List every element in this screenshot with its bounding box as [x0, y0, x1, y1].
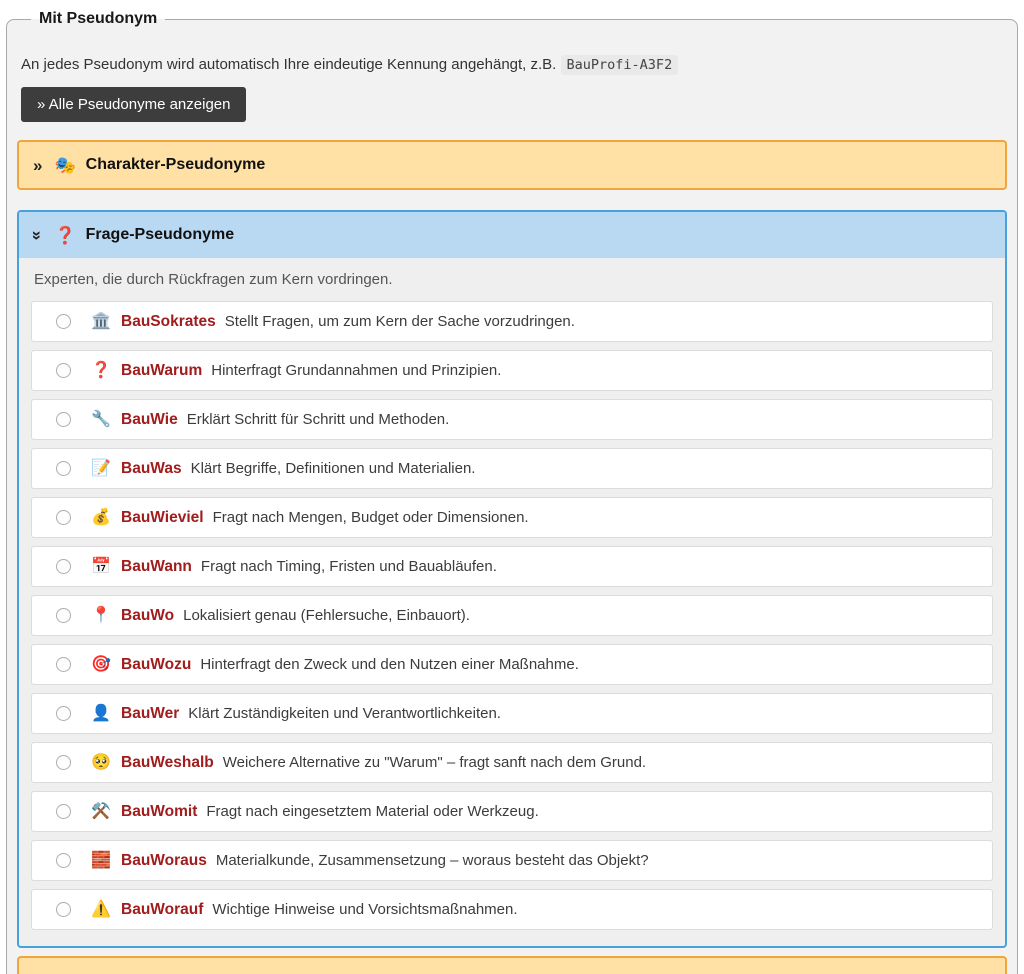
pseudonym-option[interactable]: 📝 BauWas Klärt Begriffe, Definitionen un… — [31, 448, 993, 489]
pseudonym-name: BauWorauf — [121, 901, 203, 919]
pseudonym-description: Fragt nach Mengen, Budget oder Dimension… — [213, 509, 529, 526]
pseudonym-option[interactable]: 🥺 BauWeshalb Weichere Alternative zu "Wa… — [31, 742, 993, 783]
pseudonym-description: Weichere Alternative zu "Warum" – fragt … — [223, 754, 646, 771]
pseudonym-radio[interactable] — [56, 608, 71, 623]
pseudonym-option[interactable]: 🏛️ BauSokrates Stellt Fragen, um zum Ker… — [31, 301, 993, 342]
fieldset-legend: Mit Pseudonym — [31, 10, 165, 28]
frage-pseudonyms-panel-body: Experten, die durch Rückfragen zum Kern … — [19, 258, 1005, 946]
pseudonym-icon: 🥺 — [89, 755, 113, 771]
pseudonym-option[interactable]: 📍 BauWo Lokalisiert genau (Fehlersuche, … — [31, 595, 993, 636]
pseudonym-radio[interactable] — [56, 314, 71, 329]
pseudonym-icon: 💰 — [89, 510, 113, 526]
pseudonym-name: BauWeshalb — [121, 754, 214, 772]
pseudonym-radio[interactable] — [56, 902, 71, 917]
pseudonym-icon: 🧱 — [89, 853, 113, 869]
pseudonym-name: BauWie — [121, 411, 178, 429]
intro-paragraph: An jedes Pseudonym wird automatisch Ihre… — [21, 56, 1003, 73]
pseudonym-icon: ⚒️ — [89, 804, 113, 820]
panel-description: Experten, die durch Rückfragen zum Kern … — [31, 258, 993, 301]
pseudonym-option[interactable]: 🧱 BauWoraus Materialkunde, Zusammensetzu… — [31, 840, 993, 881]
pseudonym-radio[interactable] — [56, 461, 71, 476]
theater-masks-icon: 🎭 — [54, 157, 75, 174]
pseudonym-name: BauWer — [121, 705, 179, 723]
pseudonym-icon: 📅 — [89, 559, 113, 575]
pseudonym-icon: ❓ — [89, 363, 113, 379]
pseudonym-icon: ⚠️ — [89, 902, 113, 918]
pseudonym-radio[interactable] — [56, 559, 71, 574]
frage-pseudonyms-panel-header[interactable]: » ❓ Frage-Pseudonyme — [19, 212, 1005, 258]
pseudonym-radio[interactable] — [56, 363, 71, 378]
pseudonym-description: Fragt nach eingesetztem Material oder We… — [206, 803, 538, 820]
pseudonym-icon: 🔧 — [89, 412, 113, 428]
question-mark-icon: ❓ — [54, 227, 75, 244]
intro-text: An jedes Pseudonym wird automatisch Ihre… — [21, 56, 556, 73]
pseudonym-name: BauWann — [121, 558, 192, 576]
pseudonym-name: BauWas — [121, 460, 182, 478]
character-pseudonyms-panel: » 🎭 Charakter-Pseudonyme — [17, 140, 1007, 190]
pseudonym-icon: 📝 — [89, 461, 113, 477]
pseudonym-description: Lokalisiert genau (Fehlersuche, Einbauor… — [183, 607, 470, 624]
chevron-right-icon: » — [33, 157, 42, 174]
pseudonym-icon: 👤 — [89, 706, 113, 722]
pseudonym-option[interactable]: ⚠️ BauWorauf Wichtige Hinweise und Vorsi… — [31, 889, 993, 930]
pseudonym-name: BauWo — [121, 607, 174, 625]
pseudonym-name: BauWozu — [121, 656, 191, 674]
show-all-pseudonyms-button[interactable]: » Alle Pseudonyme anzeigen — [21, 87, 246, 122]
pseudonym-radio[interactable] — [56, 657, 71, 672]
pseudonym-name: BauSokrates — [121, 313, 216, 331]
pseudonym-icon: 🏛️ — [89, 314, 113, 330]
pseudonym-radio[interactable] — [56, 510, 71, 525]
pseudonym-option[interactable]: ❓ BauWarum Hinterfragt Grundannahmen und… — [31, 350, 993, 391]
pseudonym-radio[interactable] — [56, 853, 71, 868]
pseudonym-description: Fragt nach Timing, Fristen und Bauabläuf… — [201, 558, 497, 575]
pseudonym-radio[interactable] — [56, 706, 71, 721]
pseudonym-description: Klärt Begriffe, Definitionen und Materia… — [191, 460, 476, 477]
pseudonym-name: BauWieviel — [121, 509, 204, 527]
next-panel-edge — [17, 956, 1007, 974]
pseudonym-name: BauWoraus — [121, 852, 207, 870]
pseudonym-name: BauWomit — [121, 803, 197, 821]
pseudonym-radio[interactable] — [56, 412, 71, 427]
pseudonym-option[interactable]: 💰 BauWieviel Fragt nach Mengen, Budget o… — [31, 497, 993, 538]
pseudonym-name: BauWarum — [121, 362, 202, 380]
character-pseudonyms-panel-header[interactable]: » 🎭 Charakter-Pseudonyme — [19, 142, 1005, 188]
pseudonym-description: Stellt Fragen, um zum Kern der Sache vor… — [225, 313, 575, 330]
mit-pseudonym-fieldset: Mit Pseudonym An jedes Pseudonym wird au… — [6, 10, 1018, 974]
pseudonym-option[interactable]: 👤 BauWer Klärt Zuständigkeiten und Veran… — [31, 693, 993, 734]
pseudonym-description: Hinterfragt den Zweck und den Nutzen ein… — [200, 656, 579, 673]
panel-title: Charakter-Pseudonyme — [86, 156, 266, 174]
pseudonym-description: Klärt Zuständigkeiten und Verantwortlich… — [188, 705, 501, 722]
frage-pseudonyms-panel: » ❓ Frage-Pseudonyme Experten, die durch… — [17, 210, 1007, 948]
pseudonym-description: Hinterfragt Grundannahmen und Prinzipien… — [211, 362, 501, 379]
pseudonym-description: Materialkunde, Zusammensetzung – woraus … — [216, 852, 649, 869]
chevron-down-icon: » — [29, 230, 46, 239]
pseudonym-radio[interactable] — [56, 755, 71, 770]
pseudonym-radio[interactable] — [56, 804, 71, 819]
pseudonym-option[interactable]: 📅 BauWann Fragt nach Timing, Fristen und… — [31, 546, 993, 587]
pseudonym-option[interactable]: 🔧 BauWie Erklärt Schritt für Schritt und… — [31, 399, 993, 440]
pseudonym-icon: 🎯 — [89, 657, 113, 673]
pseudonym-option[interactable]: ⚒️ BauWomit Fragt nach eingesetztem Mate… — [31, 791, 993, 832]
panel-title: Frage-Pseudonyme — [86, 226, 234, 244]
pseudonym-option[interactable]: 🎯 BauWozu Hinterfragt den Zweck und den … — [31, 644, 993, 685]
pseudonym-list: 🏛️ BauSokrates Stellt Fragen, um zum Ker… — [31, 301, 993, 930]
example-pseudonym-code: BauProfi-A3F2 — [561, 55, 679, 75]
pseudonym-icon: 📍 — [89, 608, 113, 624]
pseudonym-description: Erklärt Schritt für Schritt und Methoden… — [187, 411, 450, 428]
pseudonym-description: Wichtige Hinweise und Vorsichtsmaßnahmen… — [212, 901, 517, 918]
